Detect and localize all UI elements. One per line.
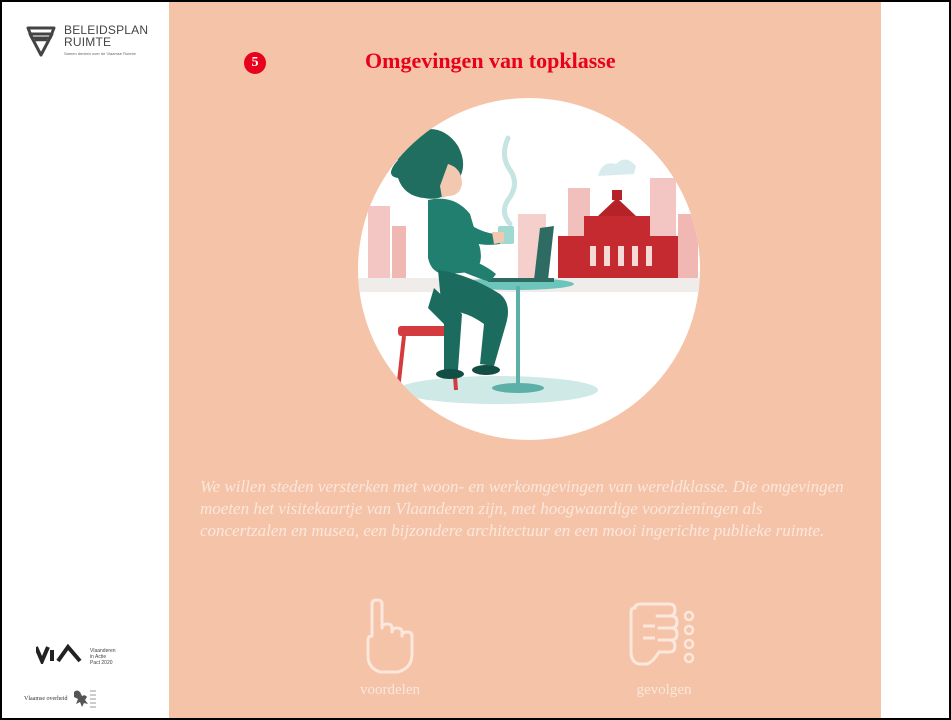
woman-at-cafe-table-city-icon <box>358 129 700 404</box>
brand-name-line2: RUIMTE <box>64 35 112 49</box>
gevolgen-button[interactable]: gevolgen <box>619 598 709 699</box>
slide-description: We willen steden versterken met woon- en… <box>200 477 844 540</box>
via-logo[interactable]: Vlaanderen in Actie Pact 2020 <box>34 643 116 670</box>
voordelen-button[interactable]: voordelen <box>358 598 422 699</box>
beleidsplan-shield-icon <box>26 26 56 57</box>
voordelen-label: voordelen <box>360 682 420 698</box>
pointing-hand-icon <box>366 598 414 674</box>
slide-title: Omgevingen van topklasse <box>365 48 616 73</box>
brand-tagline: Samen denken over de Vlaamse Ruimte <box>64 51 136 56</box>
beleidsplan-logo[interactable]: BELEIDSPLAN RUIMTE Samen denken over de … <box>24 24 148 58</box>
government-name: Vlaamse overheid <box>24 696 68 702</box>
via-mark-icon <box>34 643 82 667</box>
step-number-badge: 5 <box>244 52 266 74</box>
gevolgen-label: gevolgen <box>636 682 692 698</box>
illustration-circle <box>358 98 700 440</box>
vlaamse-overheid-logo[interactable]: Vlaamse overheid <box>24 688 97 710</box>
flemish-lion-icon <box>74 690 97 708</box>
via-mark <box>34 643 82 670</box>
hand-list-icon <box>629 602 695 666</box>
via-line-3: Pact 2020 <box>90 660 113 666</box>
slide-panel: 5 Omgevingen van topklasse We willen ste… <box>169 2 881 718</box>
